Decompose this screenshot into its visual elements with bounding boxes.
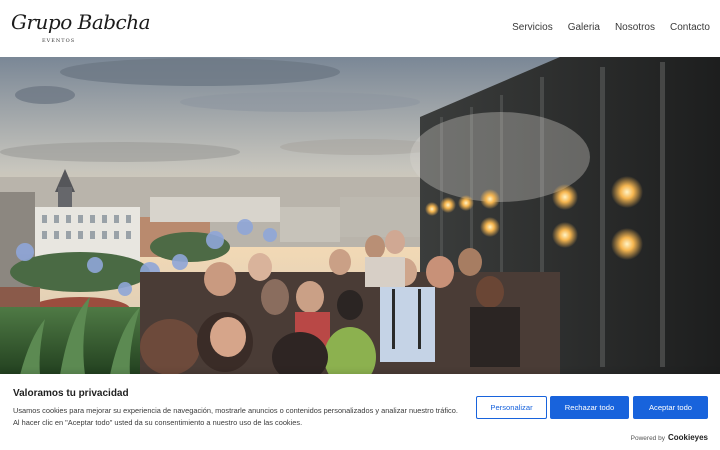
site-header: Grupo Babcha EVENTOS Servicios Galeria N…: [0, 0, 720, 57]
site-logo[interactable]: Grupo Babcha EVENTOS: [11, 10, 151, 48]
rooftop-party-photo: [0, 57, 720, 375]
logo-subtitle: EVENTOS: [42, 38, 76, 44]
main-nav: Servicios Galeria Nosotros Contacto: [512, 22, 710, 33]
nav-servicios[interactable]: Servicios: [512, 22, 553, 33]
reject-all-button[interactable]: Rechazar todo: [550, 396, 629, 419]
cookie-title: Valoramos tu privacidad: [13, 388, 129, 399]
cookieyes-logo[interactable]: Cookieyes: [668, 433, 708, 442]
powered-by-label: Powered by: [630, 435, 665, 442]
nav-contacto[interactable]: Contacto: [670, 22, 710, 33]
accept-all-button[interactable]: Aceptar todo: [633, 396, 708, 419]
customize-button[interactable]: Personalizar: [476, 396, 547, 419]
cookie-banner: Valoramos tu privacidad Usamos cookies p…: [0, 374, 720, 450]
cookie-description: Usamos cookies para mejorar su experienc…: [13, 406, 458, 427]
hero-image: [0, 57, 720, 375]
powered-by: Powered by Cookieyes: [631, 433, 708, 442]
nav-galeria[interactable]: Galeria: [568, 22, 600, 33]
nav-nosotros[interactable]: Nosotros: [615, 22, 655, 33]
logo-text: Grupo Babcha: [11, 10, 151, 34]
